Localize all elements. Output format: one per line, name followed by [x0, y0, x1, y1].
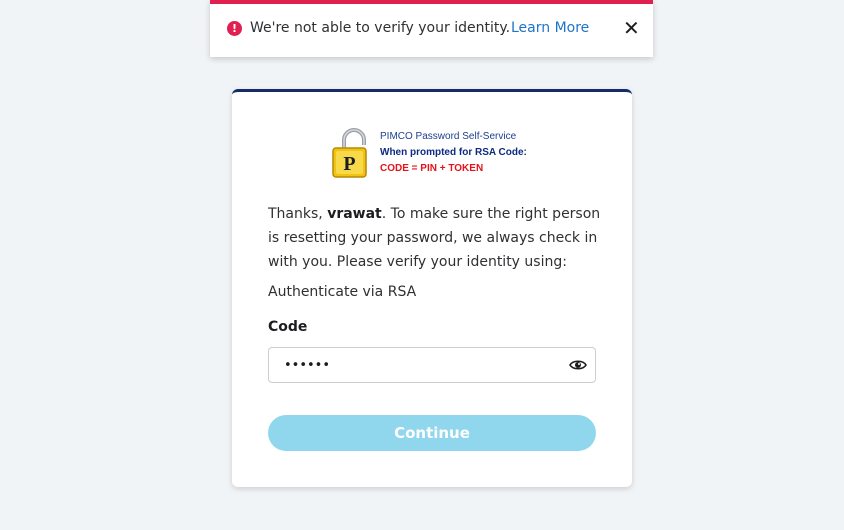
banner-stripe: [210, 0, 653, 4]
pimco-logo: P PIMCO Password Self-Service When promp…: [330, 126, 536, 178]
close-icon[interactable]: ✕: [623, 18, 640, 38]
eye-icon[interactable]: [569, 358, 587, 372]
username: vrawat: [327, 206, 382, 222]
code-input[interactable]: [269, 348, 574, 382]
code-field[interactable]: [268, 347, 596, 383]
banner-message: We're not able to verify your identity.: [250, 20, 511, 36]
logo-line-code: CODE = PIN + TOKEN: [380, 163, 484, 174]
intro-text: Thanks, vrawat. To make sure the right p…: [268, 202, 608, 274]
code-label: Code: [268, 319, 308, 335]
logo-line-prompt: When prompted for RSA Code:: [380, 147, 527, 158]
auth-method: Authenticate via RSA: [268, 284, 417, 300]
verify-card: P PIMCO Password Self-Service When promp…: [232, 89, 632, 487]
padlock-p-icon: P: [332, 128, 367, 178]
intro-prefix: Thanks,: [268, 206, 328, 222]
continue-button[interactable]: Continue: [268, 415, 596, 451]
error-banner: ! We're not able to verify your identity…: [210, 0, 653, 57]
alert-circle-icon: !: [227, 21, 242, 36]
logo-line-title: PIMCO Password Self-Service: [380, 131, 517, 142]
logo-caption: PIMCO Password Self-Service When prompte…: [380, 129, 527, 177]
page: ! We're not able to verify your identity…: [0, 0, 844, 530]
svg-text:P: P: [343, 153, 355, 175]
learn-more-link[interactable]: Learn More: [511, 20, 589, 36]
